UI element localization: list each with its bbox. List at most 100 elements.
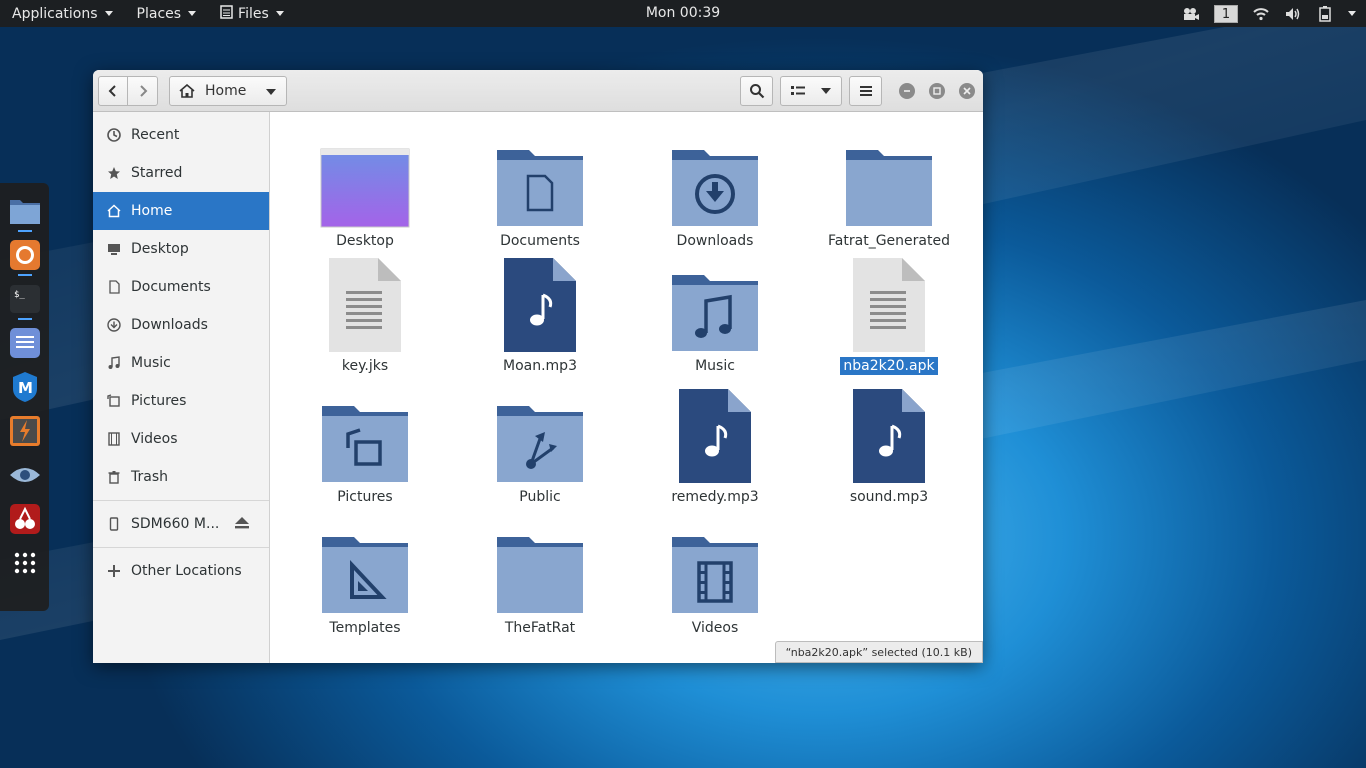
sidebar-item-label: Pictures — [131, 393, 187, 409]
file-label: Public — [519, 489, 561, 505]
status-bar: “nba2k20.apk” selected (10.1 kB) — [774, 641, 983, 663]
dock-terminal[interactable]: $_ — [5, 277, 45, 321]
sidebar-item-pictures[interactable]: Pictures — [93, 382, 269, 420]
sidebar-item-label: Documents — [131, 279, 211, 295]
file-label: Templates — [329, 620, 401, 636]
sidebar-separator — [93, 500, 269, 501]
sidebar-item-documents[interactable]: Documents — [93, 268, 269, 306]
video-camera-icon[interactable] — [1182, 6, 1200, 22]
file-item-moan-mp3[interactable]: Moan.mp3 — [465, 257, 615, 375]
dock-show-apps[interactable] — [5, 541, 45, 585]
forward-button[interactable] — [128, 76, 158, 106]
film-icon — [106, 431, 122, 447]
file-item-pictures[interactable]: Pictures — [290, 388, 440, 506]
file-item-videos[interactable]: Videos — [640, 519, 790, 637]
places-menu[interactable]: Places — [125, 0, 209, 27]
sidebar-item-downloads[interactable]: Downloads — [93, 306, 269, 344]
clock[interactable]: Mon 00:39 — [646, 5, 720, 21]
search-button[interactable] — [740, 76, 773, 106]
sidebar-item-desktop[interactable]: Desktop — [93, 230, 269, 268]
file-item-nba2k20-apk[interactable]: nba2k20.apk — [814, 257, 964, 375]
file-label: Documents — [500, 233, 580, 249]
file-item-remedy-mp3[interactable]: remedy.mp3 — [640, 388, 790, 506]
file-item-public[interactable]: Public — [465, 388, 615, 506]
files-menu[interactable]: Files — [208, 0, 296, 27]
navigation-buttons — [98, 76, 159, 106]
dock: $_ M — [0, 183, 49, 611]
dock-files[interactable] — [5, 189, 45, 233]
sidebar-item-recent[interactable]: Recent — [93, 116, 269, 154]
file-label: Downloads — [676, 233, 754, 249]
dock-text-editor[interactable] — [5, 321, 45, 365]
dock-metasploit[interactable]: M — [5, 365, 45, 409]
top-bar: Applications Places Files Mon 00:39 1 — [0, 0, 1366, 27]
dock-firefox[interactable] — [5, 233, 45, 277]
music-folder-icon — [667, 257, 763, 353]
chevron-down-icon — [275, 11, 284, 16]
sidebar-item-music[interactable]: Music — [93, 344, 269, 382]
documents-folder-icon — [492, 132, 588, 228]
file-item-fatrat-generated[interactable]: Fatrat_Generated — [814, 132, 964, 250]
burpsuite-icon — [9, 416, 40, 446]
file-label: Fatrat_Generated — [828, 233, 950, 249]
sidebar-item-label: Music — [131, 355, 171, 371]
dock-eye[interactable] — [5, 453, 45, 497]
sidebar-item-trash[interactable]: Trash — [93, 458, 269, 496]
chevron-down-icon — [104, 11, 113, 16]
battery-icon[interactable] — [1316, 5, 1334, 22]
running-indicator — [17, 274, 32, 276]
files-label: Files — [238, 5, 269, 22]
phone-icon — [106, 516, 122, 532]
file-label: sound.mp3 — [849, 489, 929, 505]
close-icon — [963, 87, 971, 95]
close-button[interactable] — [959, 83, 975, 99]
sidebar-item-other-locations[interactable]: Other Locations — [93, 552, 269, 590]
desktop-folder-icon — [317, 132, 413, 228]
file-item-templates[interactable]: Templates — [290, 519, 440, 637]
path-bar-home[interactable]: Home — [169, 76, 287, 106]
sidebar-item-label: Starred — [131, 165, 183, 181]
file-item-sound-mp3[interactable]: sound.mp3 — [814, 388, 964, 506]
text-file-icon — [841, 257, 937, 353]
minimize-button[interactable] — [899, 83, 915, 99]
chevron-right-icon — [139, 85, 147, 97]
search-icon — [749, 84, 764, 99]
back-button[interactable] — [98, 76, 128, 106]
volume-icon[interactable] — [1284, 6, 1302, 22]
files-app-icon — [220, 4, 233, 23]
sidebar-item-starred[interactable]: Starred — [93, 154, 269, 192]
dock-burpsuite[interactable] — [5, 409, 45, 453]
file-item-thefatrat[interactable]: TheFatRat — [465, 519, 615, 637]
file-item-key-jks[interactable]: key.jks — [290, 257, 440, 375]
chevron-down-icon — [188, 11, 197, 16]
view-options-button[interactable] — [780, 76, 842, 106]
chevron-down-icon[interactable] — [1348, 11, 1356, 16]
sidebar-item-home[interactable]: Home — [93, 192, 269, 230]
clock-icon — [106, 127, 122, 143]
file-item-downloads[interactable]: Downloads — [640, 132, 790, 250]
sidebar-item-device[interactable]: SDM660 M... — [93, 505, 269, 543]
audio-file-icon — [492, 257, 588, 353]
videos-folder-icon — [667, 519, 763, 615]
dock-cherry[interactable] — [5, 497, 45, 541]
file-label: TheFatRat — [504, 620, 576, 636]
file-item-documents[interactable]: Documents — [465, 132, 615, 250]
wifi-icon[interactable] — [1252, 6, 1270, 22]
sidebar-item-videos[interactable]: Videos — [93, 420, 269, 458]
maximize-button[interactable] — [929, 83, 945, 99]
eye-icon — [9, 468, 40, 482]
list-view-icon — [791, 86, 805, 95]
menu-button[interactable] — [849, 76, 882, 106]
audio-file-icon — [841, 388, 937, 484]
file-item-desktop[interactable]: Desktop — [290, 132, 440, 250]
minimize-icon — [904, 90, 910, 92]
metasploit-icon: M — [12, 372, 37, 402]
file-label: nba2k20.apk — [840, 357, 938, 375]
eject-icon[interactable] — [235, 517, 249, 533]
workspace-indicator[interactable]: 1 — [1214, 4, 1238, 23]
selection-status: “nba2k20.apk” selected (10.1 kB) — [785, 645, 972, 659]
sidebar-item-label: Desktop — [131, 241, 189, 257]
file-label: key.jks — [341, 358, 389, 374]
applications-menu[interactable]: Applications — [0, 0, 125, 27]
file-item-music[interactable]: Music — [640, 257, 790, 375]
